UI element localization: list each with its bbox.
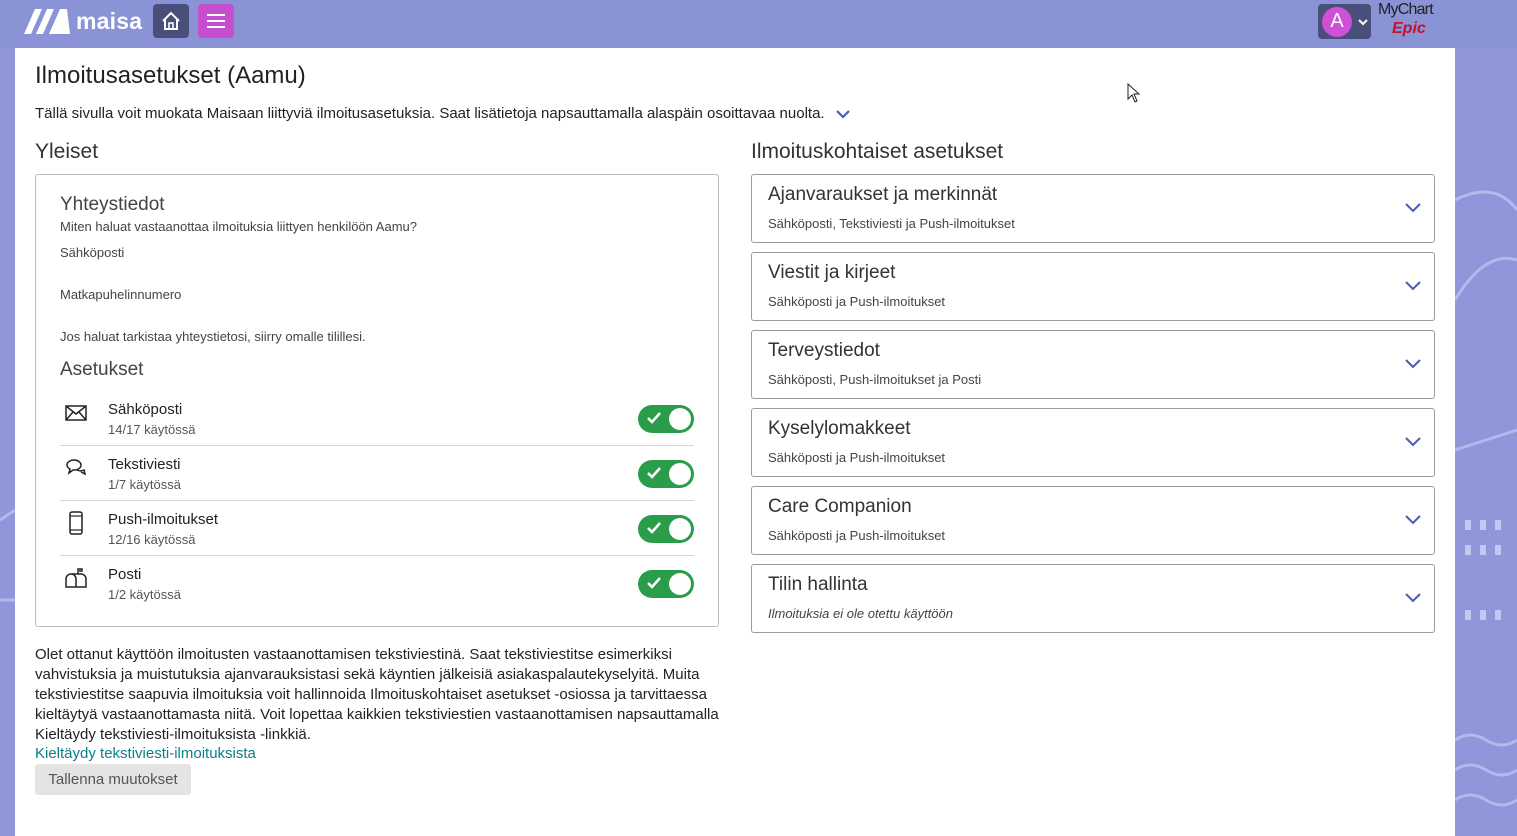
chevron-down-icon (1405, 281, 1421, 291)
intro-label: Tällä sivulla voit muokata Maisaan liitt… (35, 105, 825, 122)
accordion-channels: Sähköposti ja Push-ilmoitukset (768, 450, 946, 465)
hamburger-menu-icon (207, 14, 225, 28)
chevron-down-icon (1405, 593, 1421, 603)
accordion-title: Ajanvaraukset ja merkinnät (768, 184, 998, 205)
push-toggle[interactable] (638, 515, 694, 543)
accordion-account-management[interactable]: Tilin hallinta Ilmoituksia ei ole otettu… (751, 564, 1435, 633)
accordion-channels: Sähköposti, Push-ilmoitukset ja Posti (768, 372, 982, 387)
sms-toggle[interactable] (638, 460, 694, 488)
mychart-name: MyChart (1378, 1, 1434, 18)
accordion-channels: Sähköposti, Tekstiviesti ja Push-ilmoitu… (768, 216, 1015, 231)
mychart-logo: MyChart Epic (1378, 1, 1450, 41)
accordion-channels: Sähköposti ja Push-ilmoitukset (768, 294, 946, 309)
channel-label: Tekstiviesti (108, 456, 181, 473)
avatar: A (1322, 6, 1352, 37)
chevron-down-icon (1405, 437, 1421, 447)
epic-logo: Epic (1392, 20, 1426, 37)
maisa-logo-mark-icon (24, 9, 70, 34)
top-bar: maisa A MyChart Epic (0, 0, 1517, 48)
channel-label: Push-ilmoitukset (108, 511, 219, 528)
specific-heading: Ilmoituskohtaiset asetukset (751, 140, 1004, 163)
post-toggle[interactable] (638, 570, 694, 598)
home-button[interactable] (153, 4, 189, 38)
channel-count: 1/2 käytössä (108, 587, 181, 602)
channel-row-email: Sähköposti 14/17 käytössä (60, 391, 694, 446)
intro-text: Tällä sivulla voit muokata Maisaan liitt… (35, 105, 851, 122)
chevron-down-icon (1405, 515, 1421, 525)
contact-question: Miten haluat vastaanottaa ilmoituksia li… (60, 219, 417, 234)
accordion-title: Tilin hallinta (768, 574, 868, 595)
mailbox-icon (65, 568, 87, 588)
main-menu-button[interactable] (198, 4, 234, 38)
expand-info-chevron-icon[interactable] (835, 108, 851, 120)
accordion-care-companion[interactable]: Care Companion Sähköposti ja Push-ilmoit… (751, 486, 1435, 555)
accordion-title: Terveystiedot (768, 340, 880, 361)
general-heading: Yleiset (35, 140, 99, 163)
sms-optout-link[interactable]: Kieltäydy tekstiviesti-ilmoituksista (35, 745, 256, 762)
save-changes-button[interactable]: Tallenna muutokset (35, 764, 191, 795)
account-hint: Jos haluat tarkistaa yhteystietosi, siir… (60, 329, 366, 344)
chat-bubbles-icon (66, 459, 87, 476)
check-icon (647, 412, 661, 424)
toggle-knob (669, 463, 691, 485)
main-panel: Ilmoitusasetukset (Aamu) Tällä sivulla v… (15, 48, 1455, 836)
mouse-cursor-icon (1127, 83, 1141, 103)
chevron-down-icon (1358, 18, 1368, 25)
page-title: Ilmoitusasetukset (Aamu) (35, 62, 306, 89)
email-toggle[interactable] (638, 405, 694, 433)
check-icon (647, 577, 661, 589)
chevron-down-icon (1405, 359, 1421, 369)
home-icon (162, 11, 180, 30)
toggle-knob (669, 573, 691, 595)
sms-notice: Olet ottanut käyttöön ilmoitusten vastaa… (35, 646, 719, 743)
check-icon (647, 522, 661, 534)
account-menu-button[interactable]: A (1318, 4, 1371, 39)
maisa-logo[interactable]: maisa (22, 6, 142, 36)
channel-row-sms: Tekstiviesti 1/7 käytössä (60, 446, 694, 501)
general-settings-card: Yhteystiedot Miten haluat vastaanottaa i… (35, 174, 719, 627)
accordion-messages[interactable]: Viestit ja kirjeet Sähköposti ja Push-il… (751, 252, 1435, 321)
toggle-knob (669, 408, 691, 430)
settings-title: Asetukset (60, 359, 144, 380)
chevron-down-icon (1405, 203, 1421, 213)
accordion-title: Viestit ja kirjeet (768, 262, 896, 283)
toggle-knob (669, 518, 691, 540)
channel-count: 14/17 käytössä (108, 422, 196, 437)
check-icon (647, 467, 661, 479)
channel-row-post: Posti 1/2 käytössä (60, 556, 694, 611)
accordion-title: Care Companion (768, 496, 912, 517)
accordion-channels: Ilmoituksia ei ole otettu käyttöön (768, 606, 953, 621)
channel-label: Posti (108, 566, 142, 583)
channel-count: 12/16 käytössä (108, 532, 196, 547)
email-label: Sähköposti (60, 245, 125, 260)
channel-label: Sähköposti (108, 401, 183, 418)
accordion-questionnaires[interactable]: Kyselylomakkeet Sähköposti ja Push-ilmoi… (751, 408, 1435, 477)
accordion-title: Kyselylomakkeet (768, 418, 911, 439)
accordion-channels: Sähköposti ja Push-ilmoitukset (768, 528, 946, 543)
accordion-health-records[interactable]: Terveystiedot Sähköposti, Push-ilmoituks… (751, 330, 1435, 399)
channel-count: 1/7 käytössä (108, 477, 181, 492)
mobile-phone-icon (69, 511, 83, 535)
envelope-icon (65, 405, 87, 421)
phone-label: Matkapuhelinnumero (60, 287, 182, 302)
accordion-appointments[interactable]: Ajanvaraukset ja merkinnät Sähköposti, T… (751, 174, 1435, 243)
brand-name: maisa (76, 7, 143, 34)
channel-row-push: Push-ilmoitukset 12/16 käytössä (60, 501, 694, 556)
contact-title: Yhteystiedot (60, 194, 165, 215)
